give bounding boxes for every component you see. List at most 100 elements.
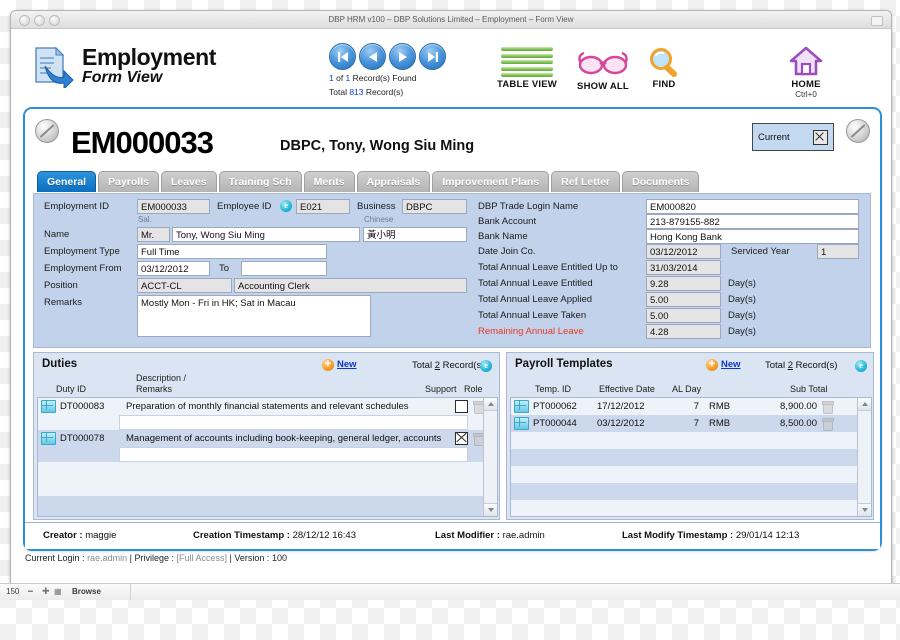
zoom-level[interactable]: 150 bbox=[6, 587, 19, 596]
tab-ref-letter[interactable]: Ref Letter bbox=[551, 171, 621, 192]
employee-id-badge-icon[interactable]: e bbox=[280, 200, 292, 212]
al-remaining-label: Remaining Annual Leave bbox=[478, 326, 584, 337]
payroll-currency-cell: RMB bbox=[709, 418, 731, 429]
previous-record-button[interactable] bbox=[359, 43, 386, 70]
table-view-button[interactable]: TABLE VIEW bbox=[489, 47, 565, 90]
first-record-button[interactable] bbox=[329, 43, 356, 70]
delete-row-icon[interactable] bbox=[473, 401, 485, 414]
tab-appraisals[interactable]: Appraisals bbox=[356, 171, 431, 192]
duties-scrollbar[interactable] bbox=[483, 398, 497, 516]
scroll-down-arrow-icon[interactable] bbox=[484, 503, 497, 516]
app-subtitle: Form View bbox=[82, 68, 163, 86]
scroll-up-arrow-icon[interactable] bbox=[484, 398, 497, 411]
show-all-button[interactable]: SHOW ALL bbox=[569, 47, 637, 92]
window-controls[interactable] bbox=[19, 15, 60, 26]
payroll-templates-list[interactable]: PT000062 17/12/2012 7 RMB 8,900.00 PT000… bbox=[510, 397, 872, 517]
al-entitled-upto-field[interactable]: 31/03/2014 bbox=[646, 260, 721, 275]
employment-id-field[interactable]: EM000033 bbox=[137, 199, 210, 214]
al-taken-unit: Day(s) bbox=[728, 310, 756, 321]
table-row-remarks[interactable] bbox=[38, 415, 497, 430]
table-row[interactable]: PT000062 17/12/2012 7 RMB 8,900.00 bbox=[511, 398, 871, 415]
dbp-trade-login-label: DBP Trade Login Name bbox=[478, 201, 579, 212]
salutation-field[interactable]: Mr. bbox=[137, 227, 170, 242]
general-form-panel: Employment ID EM000033 Employee ID e E02… bbox=[33, 193, 871, 348]
status-badge[interactable]: Current bbox=[752, 123, 834, 151]
record-nav-buttons[interactable] bbox=[329, 43, 446, 70]
payroll-export-badge-icon[interactable]: e bbox=[855, 360, 867, 372]
employment-to-field[interactable] bbox=[241, 261, 327, 276]
grid-row-icon[interactable] bbox=[41, 400, 56, 413]
payroll-new-link[interactable]: New bbox=[721, 359, 741, 370]
tab-training-sch[interactable]: Training Sch bbox=[218, 171, 302, 192]
employee-id-field[interactable]: E021 bbox=[296, 199, 350, 214]
table-row[interactable]: PT000044 03/12/2012 7 RMB 8,500.00 bbox=[511, 415, 871, 432]
payroll-col-sub-total: Sub Total bbox=[790, 384, 828, 394]
status-divider bbox=[130, 584, 131, 600]
duty-support-checkbox[interactable] bbox=[455, 400, 468, 413]
scroll-up-arrow-icon[interactable] bbox=[858, 398, 871, 411]
grid-row-icon[interactable] bbox=[514, 400, 529, 413]
window-resize-handle[interactable] bbox=[871, 16, 883, 26]
record-total-text: Total 813 Record(s) bbox=[329, 87, 446, 98]
minimize-button[interactable] bbox=[34, 15, 45, 26]
tab-payrolls[interactable]: Payrolls bbox=[98, 171, 159, 192]
home-button[interactable]: HOME Ctrl+0 bbox=[773, 45, 839, 99]
duties-export-badge-icon[interactable]: e bbox=[480, 360, 492, 372]
remarks-field[interactable]: Mostly Mon - Fri in HK; Sat in Macau bbox=[137, 295, 371, 337]
serviced-year-field[interactable]: 1 bbox=[817, 244, 859, 259]
bank-name-field[interactable]: Hong Kong Bank bbox=[646, 229, 859, 244]
payroll-add-icon[interactable]: + bbox=[706, 359, 718, 371]
last-record-button[interactable] bbox=[419, 43, 446, 70]
status-checkbox-icon[interactable] bbox=[813, 129, 828, 145]
table-row[interactable]: DT000083 Preparation of monthly financia… bbox=[38, 398, 497, 415]
application-body: Employment Form View 1 of 1 Record(s) Fo… bbox=[11, 29, 891, 589]
business-field[interactable]: DBPC bbox=[402, 199, 467, 214]
al-taken-field[interactable]: 5.00 bbox=[646, 308, 721, 323]
table-row-remarks[interactable] bbox=[38, 447, 497, 462]
duties-add-icon[interactable]: + bbox=[322, 359, 334, 371]
home-shortcut: Ctrl+0 bbox=[795, 90, 817, 99]
name-field[interactable]: Tony, Wong Siu Ming bbox=[172, 227, 360, 242]
grid-row-icon[interactable] bbox=[514, 417, 529, 430]
zoom-button[interactable] bbox=[49, 15, 60, 26]
al-applied-field[interactable]: 5.00 bbox=[646, 292, 721, 307]
tab-merits[interactable]: Merits bbox=[303, 171, 355, 192]
delete-row-icon[interactable] bbox=[822, 401, 834, 414]
bank-account-label: Bank Account bbox=[478, 216, 537, 227]
bank-account-field[interactable]: 213-879155-882 bbox=[646, 214, 859, 229]
duty-remarks-field[interactable] bbox=[119, 415, 468, 430]
tab-leaves[interactable]: Leaves bbox=[160, 171, 217, 192]
mode-label[interactable]: Browse bbox=[72, 587, 101, 596]
close-button[interactable] bbox=[19, 15, 30, 26]
dbp-trade-login-field[interactable]: EM000820 bbox=[646, 199, 859, 214]
payroll-scrollbar[interactable] bbox=[857, 398, 871, 516]
al-remaining-field[interactable]: 4.28 bbox=[646, 324, 721, 339]
table-view-label: TABLE VIEW bbox=[497, 79, 557, 90]
employment-type-field[interactable]: Full Time bbox=[137, 244, 327, 259]
delete-row-icon[interactable] bbox=[822, 418, 834, 431]
grid-row-icon[interactable] bbox=[41, 432, 56, 445]
chinese-name-field[interactable]: 黃小明 bbox=[363, 227, 467, 242]
position-code-field[interactable]: ACCT-CL bbox=[137, 278, 232, 293]
duties-list[interactable]: DT000083 Preparation of monthly financia… bbox=[37, 397, 498, 517]
next-record-button[interactable] bbox=[389, 43, 416, 70]
zoom-in-icon[interactable]: ✚ bbox=[42, 586, 50, 597]
panel-toggle-icon[interactable]: ▦ bbox=[54, 587, 62, 596]
tab-bar[interactable]: General Payrolls Leaves Training Sch Mer… bbox=[37, 171, 700, 192]
al-entitled-field[interactable]: 9.28 bbox=[646, 276, 721, 291]
employment-from-field[interactable]: 03/12/2012 bbox=[137, 261, 210, 276]
duty-id-cell: DT000083 bbox=[60, 401, 105, 412]
tab-documents[interactable]: Documents bbox=[622, 171, 700, 192]
delete-row-icon[interactable] bbox=[473, 433, 485, 446]
position-name-field[interactable]: Accounting Clerk bbox=[234, 278, 467, 293]
zoom-out-icon[interactable]: ━ bbox=[28, 587, 33, 596]
table-row[interactable]: DT000078 Management of accounts includin… bbox=[38, 430, 497, 447]
scroll-down-arrow-icon[interactable] bbox=[858, 503, 871, 516]
date-join-field[interactable]: 03/12/2012 bbox=[646, 244, 721, 259]
duty-support-checkbox[interactable] bbox=[455, 432, 468, 445]
tab-general[interactable]: General bbox=[37, 171, 97, 192]
tab-improvement-plans[interactable]: Improvement Plans bbox=[432, 171, 550, 192]
find-button[interactable]: FIND bbox=[637, 47, 691, 90]
duties-new-link[interactable]: New bbox=[337, 359, 357, 370]
duty-remarks-field[interactable] bbox=[119, 447, 468, 462]
